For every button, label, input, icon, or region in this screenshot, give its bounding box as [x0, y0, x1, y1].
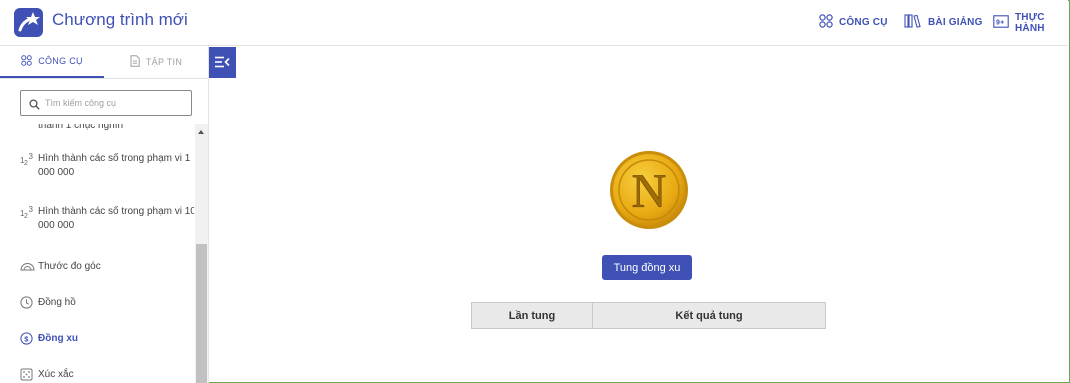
coin-image: N — [609, 150, 689, 230]
tab-files[interactable]: TẬP TIN — [104, 46, 208, 78]
list-item-label: Hình thành các số trong phạm vi 1 000 00… — [38, 153, 191, 178]
search-icon — [29, 97, 40, 115]
coin-face-letter: N — [632, 165, 667, 218]
dice-icon — [20, 368, 33, 383]
tool-list: thành 1 chục nghìn 123 Hình thành các số… — [0, 124, 194, 383]
number-123-icon: 123 — [20, 205, 36, 224]
nav-lectures-label: BÀI GIẢNG — [928, 17, 983, 28]
search-box — [20, 90, 192, 116]
toss-coin-button[interactable]: Tung đồng xu — [602, 255, 692, 280]
table-header-row: Lần tung Kết quả tung — [471, 302, 826, 329]
nav-lectures[interactable]: BÀI GIẢNG — [904, 0, 983, 45]
svg-text:2: 2 — [24, 213, 28, 219]
number-123-icon: 123 — [20, 152, 36, 171]
list-item-label: thành 1 chục nghìn — [38, 124, 124, 131]
tab-files-label: TẬP TIN — [145, 57, 183, 67]
list-item-label: Hình thành các số trong phạm vi 10 000 0… — [38, 206, 194, 231]
svg-text:2: 2 — [24, 160, 28, 166]
tab-tools[interactable]: CÔNG CỤ — [0, 46, 104, 78]
sidebar-tabs: CÔNG CỤ TẬP TIN — [0, 46, 208, 79]
books-icon — [904, 14, 922, 31]
search-input[interactable] — [45, 95, 185, 111]
svg-text:$: $ — [24, 334, 29, 343]
clock-icon — [20, 296, 33, 314]
results-table: Lần tung Kết quả tung — [471, 302, 826, 329]
nav-practice-label: THỰC HÀNH — [1015, 11, 1045, 34]
list-item-label: Thước đo góc — [38, 261, 101, 272]
tab-tools-label: CÔNG CỤ — [38, 56, 83, 66]
list-item-label: Xúc xắc — [38, 369, 74, 380]
sidebar-scrollbar[interactable] — [195, 124, 208, 383]
practice-icon: 9+ — [993, 14, 1009, 31]
scroll-up-arrow-icon[interactable] — [198, 130, 204, 134]
top-bar: Chương trình mới CÔNG CỤ BÀI GIẢNG 9+ TH… — [0, 0, 1068, 46]
column-header-toss-number: Lần tung — [471, 302, 593, 329]
nav-tools[interactable]: CÔNG CỤ — [819, 0, 888, 45]
svg-text:9+: 9+ — [996, 19, 1004, 26]
tools-grid-icon — [819, 14, 833, 31]
file-icon — [130, 55, 140, 69]
svg-text:3: 3 — [29, 152, 34, 161]
scrollbar-thumb[interactable] — [196, 244, 207, 383]
tools-grid-icon — [21, 54, 32, 68]
list-item-label: Đồng xu — [38, 333, 78, 344]
nav-practice[interactable]: 9+ THỰC HÀNH — [993, 0, 1068, 45]
app-title: Chương trình mới — [52, 10, 188, 29]
app-logo-icon[interactable] — [14, 8, 43, 37]
sidebar-collapse-button[interactable] — [209, 47, 236, 78]
nav-tools-label: CÔNG CỤ — [839, 17, 888, 28]
svg-text:3: 3 — [29, 205, 34, 214]
list-item-label: Đồng hồ — [38, 297, 76, 308]
coin-icon: $ — [20, 332, 33, 350]
protractor-icon — [20, 260, 35, 277]
collapse-menu-icon — [215, 56, 230, 68]
sidebar: CÔNG CỤ TẬP TIN thành 1 chục nghìn 123 H… — [0, 46, 209, 383]
column-header-toss-result: Kết quả tung — [592, 302, 826, 329]
